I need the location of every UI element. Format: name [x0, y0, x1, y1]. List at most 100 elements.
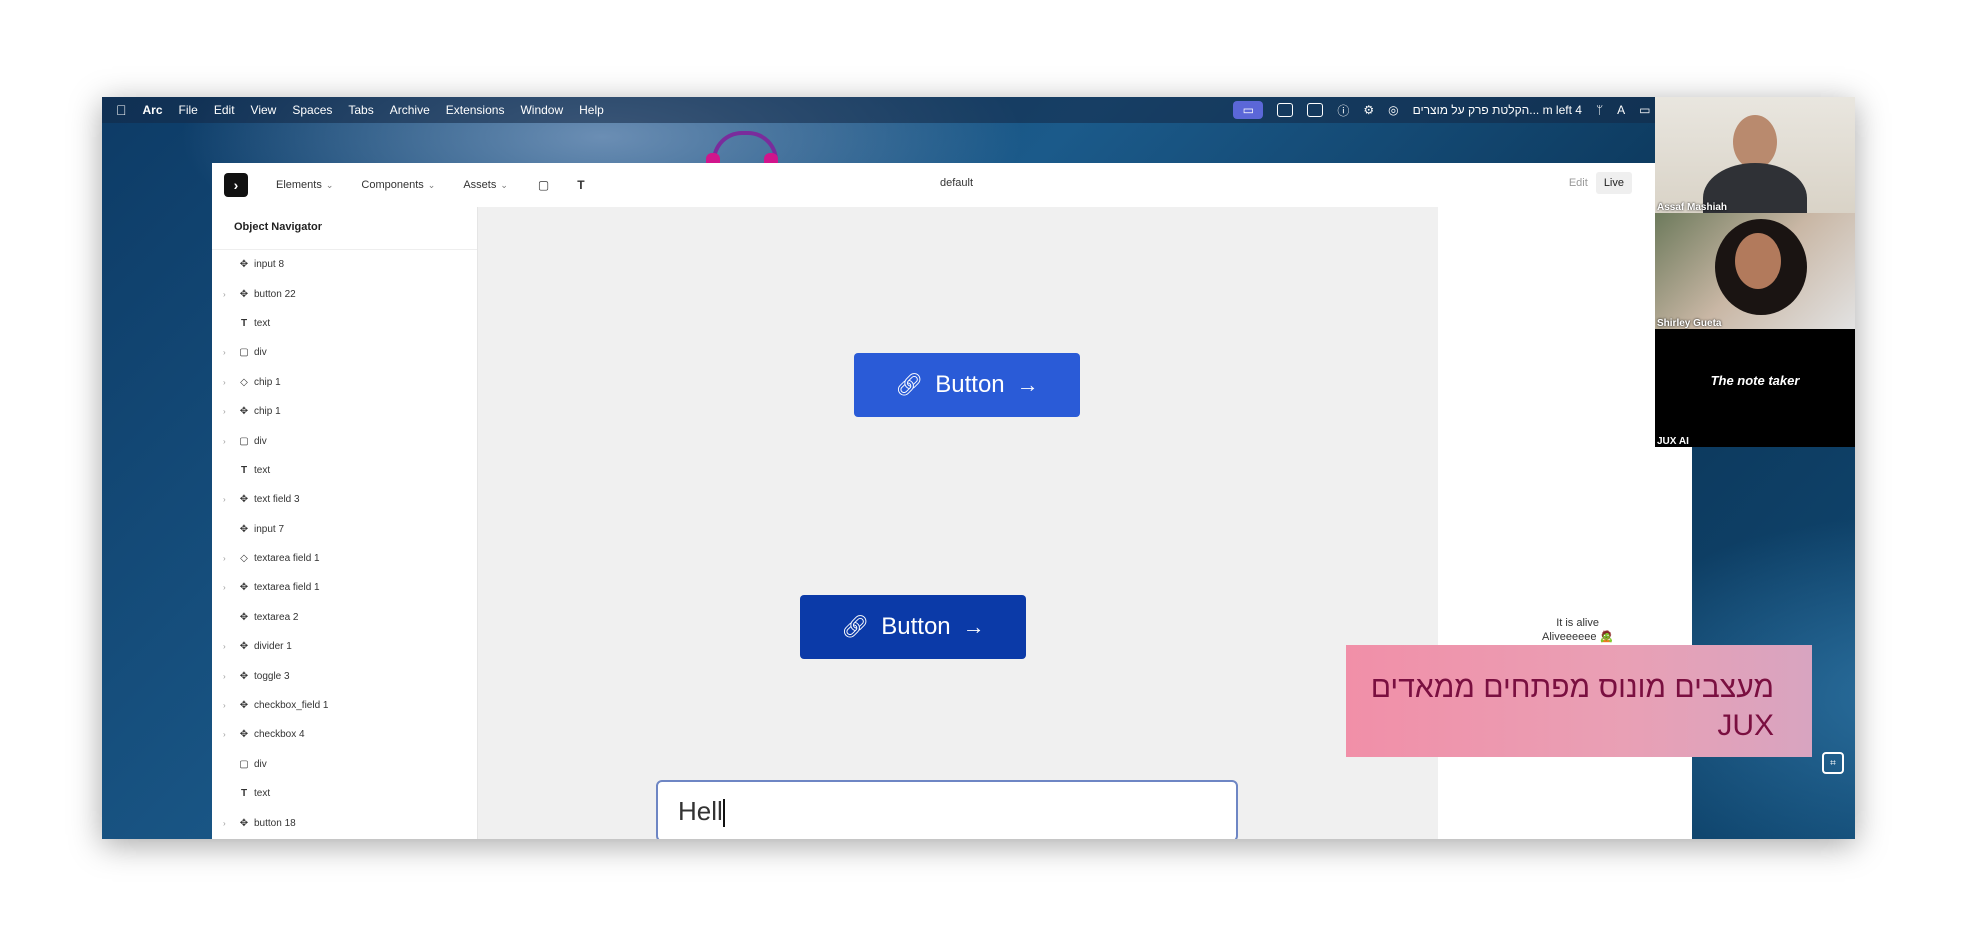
- expand-arrow-icon[interactable]: ›: [223, 642, 226, 651]
- menu-bar:  Arc File Edit View Spaces Tabs Archive…: [102, 97, 1855, 123]
- tree-item-label: chip 1: [254, 406, 281, 418]
- battery-icon[interactable]: ▭: [1639, 103, 1650, 117]
- link-icon: 🔗︎: [841, 614, 870, 639]
- info-icon[interactable]: ⓘ: [1337, 102, 1349, 119]
- app-icon[interactable]: [1307, 103, 1324, 117]
- app-logo-icon[interactable]: ›: [224, 173, 248, 197]
- tree-item-label: text: [254, 464, 271, 476]
- tree-item[interactable]: Ttext: [212, 309, 477, 338]
- tree-item[interactable]: Ttext: [212, 779, 477, 808]
- tree-item[interactable]: ✥ input 7: [212, 515, 477, 544]
- chat-line-2: Aliveeeeee 🧟: [1542, 631, 1614, 643]
- expand-arrow-icon[interactable]: ›: [223, 348, 226, 357]
- edit-mode-button[interactable]: Edit: [1561, 172, 1596, 194]
- banner-line-1: מעצבים מונוס מפתחים ממאדים: [1370, 671, 1774, 704]
- tree-item-label: div: [254, 435, 267, 447]
- menu-edit[interactable]: Edit: [214, 103, 235, 117]
- menu-tabs[interactable]: Tabs: [348, 103, 373, 117]
- tree-item-label: toggle 3: [254, 670, 290, 682]
- frame-tool-icon[interactable]: ▢: [538, 178, 549, 192]
- menu-arc[interactable]: Arc: [143, 103, 163, 117]
- participant-name: Assaf Mashiah: [1657, 202, 1728, 213]
- component-icon: ✥: [239, 288, 249, 300]
- chevron-down-icon: ⌄: [325, 180, 334, 190]
- text-field[interactable]: Hell: [656, 780, 1238, 839]
- apple-icon[interactable]: : [116, 102, 127, 118]
- menu-extensions[interactable]: Extensions: [446, 103, 505, 117]
- text-field-value: Hell: [678, 796, 723, 826]
- tree-item[interactable]: › ✥ divider 1: [212, 632, 477, 661]
- canvas[interactable]: 🔗︎ Button → 🔗︎ Button → Hell: [478, 207, 1438, 839]
- components-label: Components: [361, 179, 424, 191]
- menu-archive[interactable]: Archive: [390, 103, 430, 117]
- canvas-button-primary[interactable]: 🔗︎ Button →: [854, 353, 1080, 417]
- menu-spaces[interactable]: Spaces: [292, 103, 332, 117]
- component-icon: ✥: [239, 729, 249, 741]
- caption-banner: מעצבים מונוס מפתחים ממאדים JUX: [1346, 645, 1812, 757]
- video-tile-jux-ai[interactable]: The note taker JUX AI: [1655, 329, 1855, 447]
- chevron-down-icon: ⌄: [427, 180, 436, 190]
- tree-item[interactable]: ✥ input 8: [212, 250, 477, 279]
- tree-item[interactable]: › ◇ textarea field 1: [212, 544, 477, 573]
- mic-icon[interactable]: ᛘ: [1596, 103, 1603, 117]
- text-tool-icon[interactable]: T: [577, 178, 584, 192]
- tree-item-label: textarea 2: [254, 611, 299, 623]
- arrow-right-icon: →: [962, 614, 985, 639]
- extension-icon[interactable]: [1277, 103, 1294, 117]
- tree-item[interactable]: › ✥ button 22: [212, 279, 477, 308]
- expand-arrow-icon[interactable]: ›: [223, 819, 226, 828]
- expand-arrow-icon[interactable]: ›: [223, 730, 226, 739]
- expand-arrow-icon[interactable]: ›: [223, 407, 226, 416]
- expand-arrow-icon[interactable]: ›: [223, 437, 226, 446]
- tree-item[interactable]: › ✥ toggle 3: [212, 661, 477, 690]
- tree-item[interactable]: › ▢ div: [212, 338, 477, 367]
- elements-menu[interactable]: Elements ⌄: [276, 179, 333, 191]
- video-tile-shirley[interactable]: Shirley Gueta: [1655, 213, 1855, 329]
- expand-arrow-icon[interactable]: ›: [223, 583, 226, 592]
- div-icon: ▢: [239, 435, 249, 447]
- tree-item[interactable]: › ▢ div: [212, 426, 477, 455]
- assets-menu[interactable]: Assets ⌄: [463, 179, 508, 191]
- menu-help[interactable]: Help: [579, 103, 604, 117]
- live-text-icon[interactable]: ⌗: [1822, 752, 1844, 774]
- components-menu[interactable]: Components ⌄: [361, 179, 435, 191]
- expand-arrow-icon[interactable]: ›: [223, 554, 226, 563]
- target-icon[interactable]: ◎: [1388, 103, 1398, 117]
- tree-item[interactable]: › ✥ button 18: [212, 808, 477, 837]
- tree-item-label: chip 1: [254, 376, 281, 388]
- tree-item[interactable]: ✥ textarea 2: [212, 603, 477, 632]
- settings-icon[interactable]: ⚙: [1363, 103, 1374, 117]
- expand-arrow-icon[interactable]: ›: [223, 701, 226, 710]
- button-label: Button: [881, 613, 951, 640]
- tree-item[interactable]: › ✥ chip 1: [212, 397, 477, 426]
- video-tile-assaf[interactable]: Assaf Mashiah: [1655, 97, 1855, 213]
- text-icon: T: [240, 788, 248, 800]
- expand-arrow-icon[interactable]: ›: [223, 290, 226, 299]
- tree-item[interactable]: ▢ div: [212, 750, 477, 779]
- text-caret: [722, 799, 725, 828]
- div-icon: ▢: [239, 347, 249, 359]
- canvas-button-dark[interactable]: 🔗︎ Button →: [800, 595, 1026, 659]
- component-icon: ✥: [239, 406, 249, 418]
- menu-file[interactable]: File: [179, 103, 198, 117]
- live-mode-button[interactable]: Live: [1595, 172, 1632, 194]
- expand-arrow-icon[interactable]: ›: [223, 378, 226, 387]
- keyboard-icon[interactable]: A: [1617, 103, 1625, 117]
- tree-item[interactable]: › ✥ checkbox_field 1: [212, 691, 477, 720]
- menu-window[interactable]: Window: [520, 103, 563, 117]
- instance-icon: ◇: [240, 553, 248, 565]
- tree-item[interactable]: › ✥ textarea field 1: [212, 573, 477, 602]
- tree-item[interactable]: › ◇ chip 1: [212, 368, 477, 397]
- tree-item[interactable]: › ✥ checkbox 4: [212, 720, 477, 749]
- status-text[interactable]: הקלטת פרק על מוצרים... m left 4: [1413, 103, 1582, 117]
- page-title[interactable]: default: [940, 177, 973, 189]
- tree-item[interactable]: Ttext: [212, 456, 477, 485]
- screen-share-icon[interactable]: ▭: [1233, 101, 1264, 119]
- expand-arrow-icon[interactable]: ›: [223, 672, 226, 681]
- tree-item-label: button 22: [254, 288, 296, 300]
- tree-item[interactable]: › ✥ text field 3: [212, 485, 477, 514]
- component-icon: ✥: [239, 700, 249, 712]
- menu-view[interactable]: View: [251, 103, 277, 117]
- component-icon: ✥: [239, 641, 249, 653]
- expand-arrow-icon[interactable]: ›: [223, 495, 226, 504]
